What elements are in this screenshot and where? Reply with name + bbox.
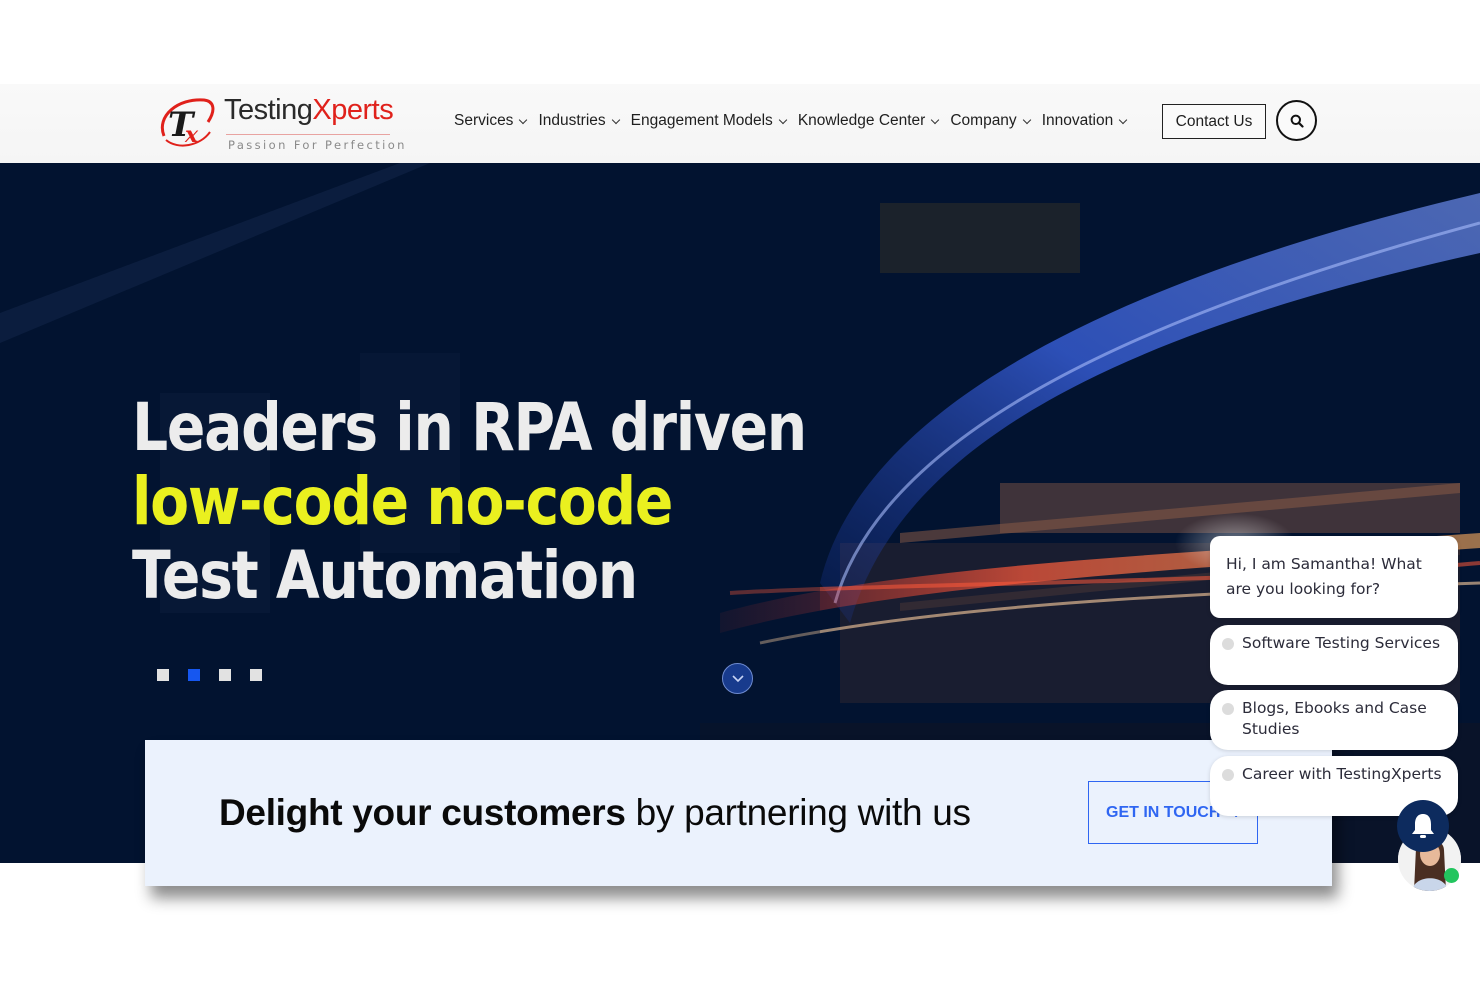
chat-option-blogs[interactable]: Blogs, Ebooks and Case Studies [1210, 690, 1458, 750]
site-header: T x TestingXperts Passion For Perfection… [0, 84, 1480, 163]
cta-text-rest: by partnering with us [625, 792, 971, 833]
nav-label: Engagement Models [630, 112, 773, 129]
svg-text:x: x [184, 122, 199, 148]
logo-word-testing: Testing [224, 94, 313, 126]
chat-option-label: Blogs, Ebooks and Case Studies [1242, 699, 1427, 738]
logo[interactable]: T x TestingXperts Passion For Perfection [158, 94, 404, 154]
main-nav: Services Industries Engagement Models Kn… [454, 112, 1138, 130]
hero-title: Leaders in RPA driven low-code no-code T… [132, 389, 807, 614]
slide-dot-2-active[interactable] [188, 669, 200, 681]
cta-banner: Delight your customers by partnering wit… [145, 740, 1332, 886]
nav-label: Knowledge Center [797, 112, 926, 129]
nav-label: Services [454, 112, 514, 129]
hero-title-highlight: low-code no-code [132, 463, 673, 540]
search-button[interactable] [1276, 100, 1317, 141]
nav-industries[interactable]: Industries [538, 112, 620, 130]
online-status-indicator [1444, 868, 1459, 883]
nav-label: Innovation [1041, 112, 1114, 129]
slide-dot-4[interactable] [250, 669, 262, 681]
nav-innovation[interactable]: Innovation [1041, 112, 1128, 130]
contact-us-button[interactable]: Contact Us [1162, 104, 1266, 139]
slide-dot-1[interactable] [157, 669, 169, 681]
logo-word-xperts: Xperts [312, 94, 394, 126]
chevron-down-icon [778, 115, 788, 124]
nav-label: Industries [538, 112, 606, 129]
cta-text: Delight your customers by partnering wit… [219, 792, 971, 834]
chevron-down-icon [1118, 115, 1128, 124]
chat-option-software-testing[interactable]: Software Testing Services [1210, 625, 1458, 685]
logo-wordmark: TestingXperts [224, 94, 394, 127]
get-in-touch-label: GET IN TOUCH [1106, 803, 1221, 821]
chevron-down-icon [931, 115, 940, 124]
radio-icon [1222, 638, 1234, 650]
hero-title-line-3: Test Automation [132, 537, 638, 614]
logo-divider [226, 134, 390, 135]
nav-engagement-models[interactable]: Engagement Models [630, 112, 788, 130]
chevron-down-icon [1022, 115, 1031, 124]
nav-knowledge-center[interactable]: Knowledge Center [797, 112, 940, 130]
bell-icon [1412, 814, 1434, 838]
radio-icon [1222, 769, 1234, 781]
slider-pagination [157, 669, 281, 681]
chatbot-greeting: Hi, I am Samantha! What are you looking … [1210, 536, 1458, 618]
logo-mark-icon: T x [160, 98, 215, 148]
chat-option-label: Software Testing Services [1242, 634, 1441, 652]
radio-icon [1222, 703, 1234, 715]
cta-text-bold: Delight your customers [219, 792, 626, 833]
slide-dot-3[interactable] [219, 669, 231, 681]
search-icon [1290, 114, 1304, 128]
scroll-down-button[interactable] [722, 663, 753, 694]
nav-label: Company [950, 112, 1017, 129]
nav-company[interactable]: Company [950, 112, 1031, 130]
chevron-down-icon [611, 115, 620, 124]
chat-option-label: Career with TestingXperts [1242, 765, 1442, 783]
hero-title-line-1: Leaders in RPA driven [132, 389, 807, 466]
chevron-down-icon [731, 674, 744, 682]
notification-bell-button[interactable] [1397, 800, 1449, 852]
chevron-down-icon [519, 115, 528, 124]
logo-tagline: Passion For Perfection [228, 138, 407, 152]
nav-services[interactable]: Services [454, 112, 528, 130]
